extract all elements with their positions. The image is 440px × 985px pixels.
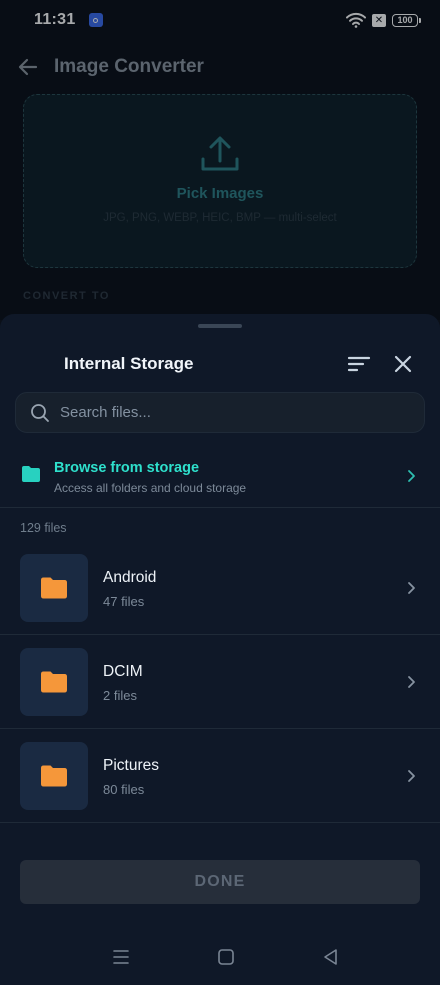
chevron-right-icon	[408, 470, 415, 482]
close-icon[interactable]	[390, 352, 416, 376]
file-picker-sheet: Internal Storage Browse from storage Acc…	[0, 314, 440, 985]
search-box[interactable]	[15, 392, 425, 433]
divider	[0, 728, 440, 729]
chevron-right-icon	[408, 582, 415, 594]
browse-subtitle: Access all folders and cloud storage	[54, 481, 247, 495]
folder-icon	[41, 671, 67, 693]
menu-icon[interactable]	[111, 947, 131, 967]
folder-tile	[20, 648, 88, 716]
divider	[0, 634, 440, 635]
chevron-right-icon	[408, 676, 415, 688]
folder-tile	[20, 554, 88, 622]
home-icon[interactable]	[216, 947, 236, 967]
sheet-title: Internal Storage	[64, 354, 194, 373]
scrim[interactable]	[0, 0, 440, 320]
folder-file-count: 2 files	[103, 688, 137, 703]
folder-name: DCIM	[103, 663, 143, 680]
divider	[0, 507, 440, 508]
system-nav-bar	[0, 935, 440, 979]
folder-icon	[22, 466, 40, 482]
folder-icon	[41, 765, 67, 787]
folder-file-count: 80 files	[103, 782, 145, 797]
sheet-header: Internal Storage	[0, 344, 440, 384]
folder-tile	[20, 742, 88, 810]
file-count: 129 files	[20, 521, 67, 535]
browse-title: Browse from storage	[54, 460, 200, 476]
folder-icon	[41, 577, 67, 599]
divider	[0, 822, 440, 823]
search-input[interactable]	[60, 404, 424, 421]
folder-name: Pictures	[103, 757, 159, 774]
folder-name: Android	[103, 569, 157, 586]
browse-from-storage-row[interactable]: Browse from storage Access all folders a…	[0, 446, 440, 508]
folder-file-count: 47 files	[103, 594, 145, 609]
done-button[interactable]: DONE	[20, 860, 420, 904]
chevron-right-icon	[408, 770, 415, 782]
search-icon	[31, 403, 49, 422]
drag-handle[interactable]	[198, 324, 242, 328]
sort-icon[interactable]	[346, 352, 372, 376]
back-triangle-icon[interactable]	[321, 947, 341, 967]
